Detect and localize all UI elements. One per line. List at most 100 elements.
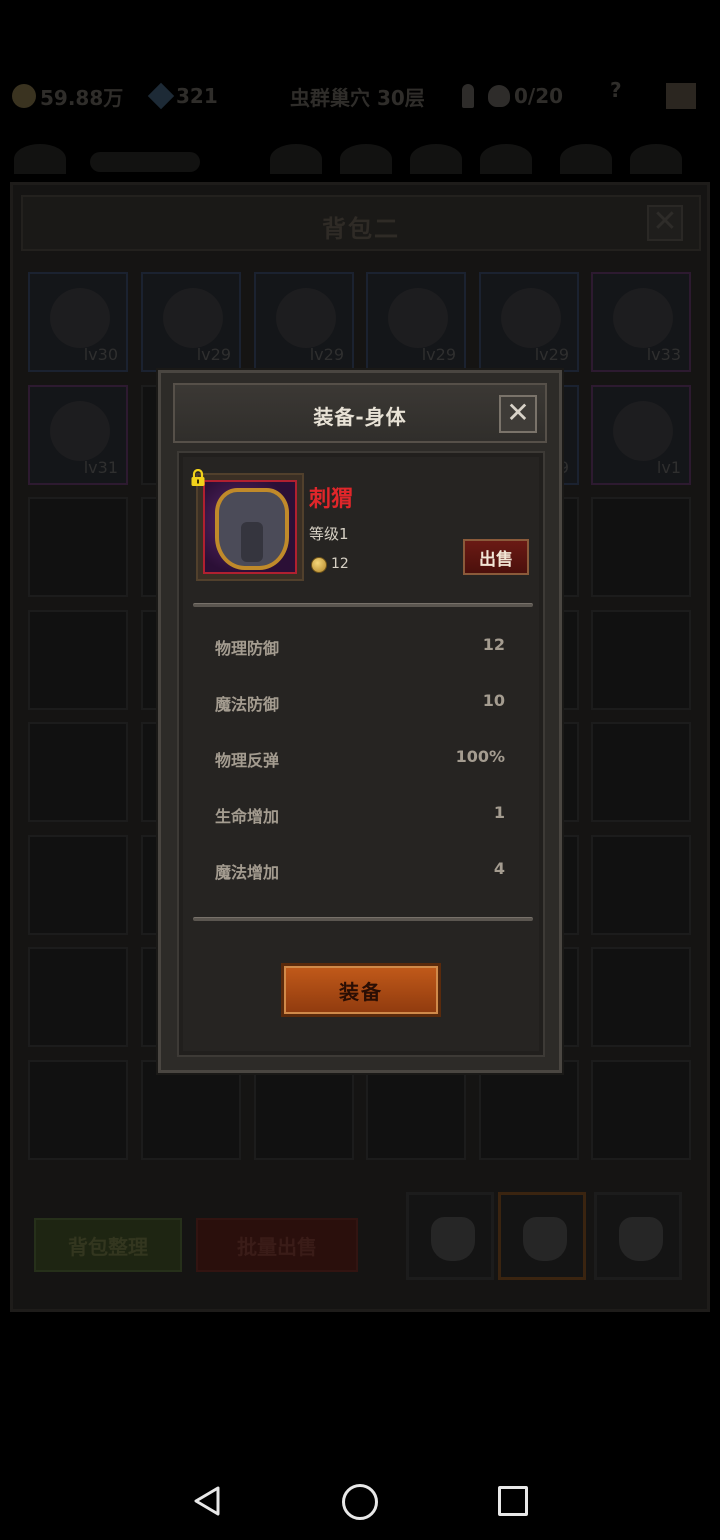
inventory-slot-empty[interactable] [28, 722, 128, 822]
stat-label: 物理反弹 [215, 751, 280, 770]
key-count: 0/20 [514, 84, 564, 108]
category-tab[interactable] [410, 144, 462, 174]
gold-amount: 59.88万 [40, 85, 124, 110]
divider [193, 603, 533, 607]
inventory-slot[interactable]: lv33 [591, 272, 691, 372]
help-button[interactable]: ? [610, 76, 622, 104]
coin-icon [311, 557, 327, 573]
skull-icon [488, 85, 510, 107]
stat-label: 物理防御 [215, 639, 280, 658]
slot-level: lv31 [83, 458, 118, 477]
inventory-slot-empty[interactable] [28, 610, 128, 710]
inventory-slot-empty[interactable] [591, 1060, 691, 1160]
slot-level: lv33 [646, 345, 681, 364]
inventory-slot[interactable]: lv29 [366, 272, 466, 372]
dialog-body: 刺猬 等级1 12 出售 物理防御 12 魔法防御 10 物理反弹 100% 生… [177, 451, 545, 1057]
system-nav-bar [0, 1460, 720, 1540]
recent-apps-icon[interactable] [498, 1486, 528, 1516]
home-icon[interactable] [342, 1484, 378, 1520]
gem-display: 321 [147, 82, 218, 110]
inventory-slot[interactable]: lv29 [254, 272, 354, 372]
inventory-slot-empty[interactable] [479, 1060, 579, 1160]
slot-level: lv1 [656, 458, 681, 477]
slot-level: lv29 [196, 345, 231, 364]
bag-tab-2[interactable] [498, 1192, 586, 1280]
slot-level: lv29 [534, 345, 569, 364]
back-icon[interactable] [190, 1484, 224, 1518]
stat-value: 10 [482, 691, 505, 710]
category-tab[interactable] [480, 144, 532, 174]
inventory-slot-empty[interactable] [28, 497, 128, 597]
bag-tab-3[interactable] [594, 1192, 682, 1280]
bag-header: 背包二 ✕ [21, 195, 701, 251]
inventory-slot-empty[interactable] [591, 497, 691, 597]
batch-sell-button[interactable]: 批量出售 [196, 1218, 358, 1272]
shop-button[interactable] [666, 82, 696, 110]
stat-value: 100% [455, 747, 505, 766]
inventory-slot[interactable]: lv31 [28, 385, 128, 485]
inventory-slot[interactable]: lv29 [141, 272, 241, 372]
lock-icon[interactable] [189, 469, 207, 487]
inventory-slot-empty[interactable] [28, 1060, 128, 1160]
category-tab[interactable] [90, 152, 200, 172]
stat-value: 1 [493, 803, 505, 822]
item-price: 12 [331, 556, 349, 572]
equip-button[interactable]: 装备 [281, 963, 441, 1017]
item-level: 等级1 [309, 525, 349, 543]
slot-level: lv29 [421, 345, 456, 364]
stat-label: 魔法防御 [215, 695, 280, 714]
bag-title: 背包二 [322, 215, 400, 243]
stat-label: 生命增加 [215, 807, 280, 826]
category-tab[interactable] [14, 144, 66, 174]
gem-icon [147, 82, 175, 110]
armor-icon [215, 488, 289, 570]
stat-row: 物理防御 12 [215, 635, 505, 661]
item-name: 刺猬 [309, 487, 354, 512]
category-tab[interactable] [340, 144, 392, 174]
stat-value: 12 [482, 635, 505, 654]
bag-icon [523, 1217, 567, 1261]
divider [193, 917, 533, 921]
inventory-slot[interactable]: lv30 [28, 272, 128, 372]
bag-close-button[interactable]: ✕ [647, 205, 683, 241]
equipment-detail-dialog: 装备-身体 ✕ 刺猬 等级1 12 出售 物理防御 12 魔法防御 10 物理反… [158, 370, 562, 1073]
stat-row: 物理反弹 100% [215, 747, 505, 773]
location-label: 虫群巢穴 30层 [290, 85, 425, 110]
dialog-title: 装备-身体 [313, 405, 407, 429]
inventory-slot-empty[interactable] [591, 722, 691, 822]
inventory-slot[interactable]: lv29 [479, 272, 579, 372]
bag-icon [431, 1217, 475, 1261]
dialog-header: 装备-身体 ✕ [173, 383, 547, 443]
key-display: 0/20 [488, 82, 563, 110]
item-portrait [196, 473, 304, 581]
inventory-slot-empty[interactable] [141, 1060, 241, 1160]
category-tab[interactable] [630, 144, 682, 174]
slot-level: lv30 [83, 345, 118, 364]
category-tab[interactable] [270, 144, 322, 174]
slot-level: lv29 [309, 345, 344, 364]
sell-button[interactable]: 出售 [463, 539, 529, 575]
close-icon[interactable]: ✕ [499, 395, 537, 433]
top-hud: 59.88万 321 虫群巢穴 30层 0/20 ? [0, 70, 720, 122]
inventory-slot-empty[interactable] [591, 610, 691, 710]
stat-row: 生命增加 1 [215, 803, 505, 829]
category-tab[interactable] [560, 144, 612, 174]
gold-display: 59.88万 [12, 82, 123, 110]
category-tabs [0, 138, 720, 178]
inventory-slot[interactable]: lv1 [591, 385, 691, 485]
bag-icon [619, 1217, 663, 1261]
inventory-slot-empty[interactable] [28, 835, 128, 935]
inventory-slot-empty[interactable] [28, 947, 128, 1047]
inventory-slot-empty[interactable] [591, 835, 691, 935]
inventory-slot-empty[interactable] [366, 1060, 466, 1160]
stat-row: 魔法防御 10 [215, 691, 505, 717]
inventory-slot-empty[interactable] [591, 947, 691, 1047]
shop-icon [666, 83, 696, 109]
inventory-slot-empty[interactable] [254, 1060, 354, 1160]
sort-bag-button[interactable]: 背包整理 [34, 1218, 182, 1272]
gold-coin-icon [12, 84, 36, 108]
gem-amount: 321 [176, 84, 218, 108]
item-image [203, 480, 297, 574]
bag-tab-1[interactable] [406, 1192, 494, 1280]
stat-label: 魔法增加 [215, 863, 280, 882]
